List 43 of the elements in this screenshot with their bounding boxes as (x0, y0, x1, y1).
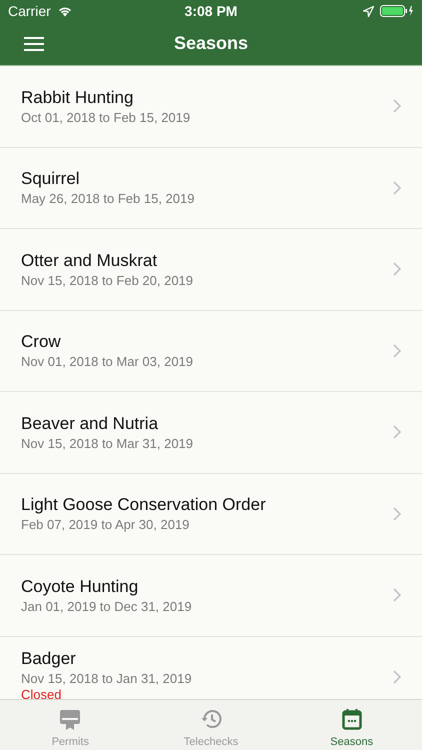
certificate-icon (59, 708, 82, 730)
season-dates: Nov 01, 2018 to Mar 03, 2019 (21, 353, 194, 372)
chevron-icon (393, 344, 401, 358)
season-row[interactable]: Coyote Hunting Jan 01, 2019 to Dec 31, 2019 (0, 555, 422, 636)
chevron-icon (393, 262, 401, 276)
season-name: Coyote Hunting (21, 576, 138, 598)
season-row[interactable]: Light Goose Conservation Order Feb 07, 2019 to Apr 30, 2019 (0, 474, 422, 555)
season-status: Closed (21, 688, 62, 699)
season-name: Rabbit Hunting (21, 86, 134, 109)
season-name: Squirrel (21, 168, 80, 190)
season-row[interactable]: Squirrel May 26, 2018 to Feb 15, 2019 (0, 148, 422, 229)
chevron-icon (393, 506, 401, 521)
season-row[interactable]: Beaver and Nutria Nov 15, 2018 to Mar 31, 2019 (0, 392, 422, 474)
season-name: Beaver and Nutria (21, 412, 158, 435)
clock-time: 3:08 PM (184, 3, 238, 19)
season-dates: Oct 01, 2018 to Feb 15, 2019 (21, 108, 190, 127)
location-arrow-icon (363, 6, 374, 16)
season-dates: Nov 15, 2018 to Feb 20, 2019 (21, 272, 194, 290)
season-name: Light Goose Conservation Order (21, 494, 266, 516)
chevron-icon (393, 99, 401, 114)
chevron-icon (393, 588, 401, 602)
season-dates: Nov 15, 2018 to Mar 31, 2019 (21, 434, 194, 453)
season-dates: Feb 07, 2019 to Apr 30, 2019 (21, 516, 190, 534)
season-row[interactable]: Rabbit Hunting Oct 01, 2018 to Feb 15, 2019 (0, 66, 422, 148)
chevron-icon (393, 180, 401, 195)
chevron-icon (393, 425, 401, 440)
season-name: Otter and Muskrat (21, 250, 158, 272)
season-name: Badger (21, 648, 76, 670)
season-row[interactable]: Otter and Muskrat Nov 15, 2018 to Feb 20, 2019 (0, 229, 422, 310)
season-name: Crow (21, 331, 61, 354)
menu-icon[interactable] (24, 36, 44, 50)
carrier-label: Carrier (8, 3, 51, 19)
calendar-icon (342, 708, 362, 730)
season-dates: May 26, 2018 to Feb 15, 2019 (21, 190, 194, 208)
season-dates: Jan 01, 2019 to Dec 31, 2019 (21, 598, 192, 616)
page-title: Seasons (174, 33, 248, 54)
battery-icon (380, 5, 414, 17)
chevron-icon (393, 670, 401, 684)
season-row[interactable]: Crow Nov 01, 2018 to Mar 03, 2019 (0, 310, 422, 392)
wifi-icon (56, 5, 73, 17)
history-icon (200, 708, 222, 730)
tab[interactable]: Seasons (281, 700, 422, 750)
season-dates: Nov 15, 2018 to Jan 31, 2019 (21, 670, 192, 688)
